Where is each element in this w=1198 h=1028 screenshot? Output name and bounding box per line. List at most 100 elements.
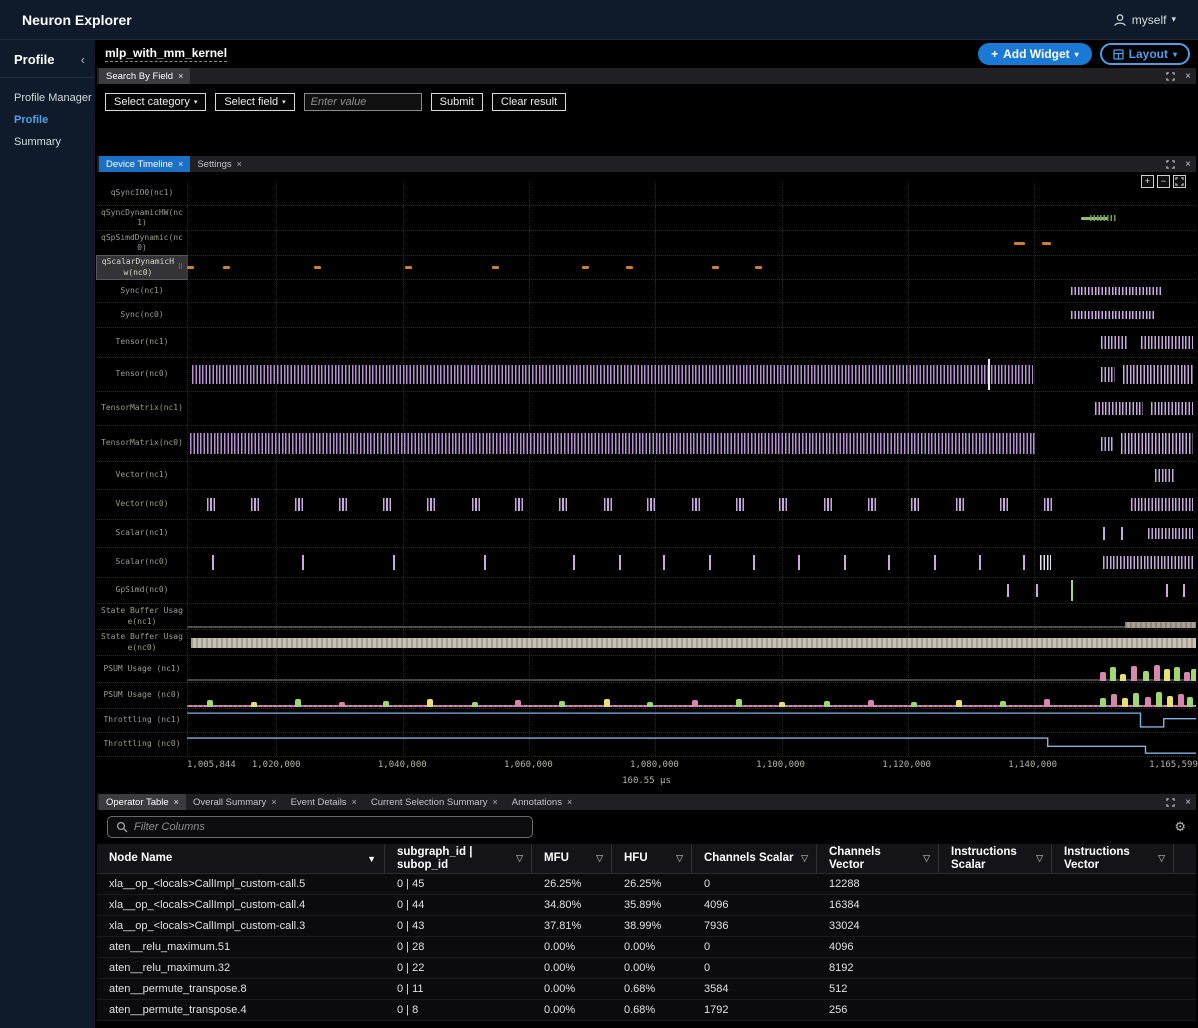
sort-icon[interactable]: ▽ (801, 853, 808, 864)
close-tab-icon[interactable]: × (271, 797, 276, 807)
table-row[interactable]: aten__relu_maximum.320 | 220.00%0.00%081… (97, 958, 1196, 979)
row-track-scalar-nc1[interactable] (187, 520, 1196, 547)
tab-device-timeline[interactable]: Device Timeline× (99, 156, 190, 172)
row-label-sync-nc1[interactable]: Sync(nc1) (97, 280, 187, 302)
row-track-throttling-nc0[interactable] (187, 733, 1196, 756)
row-track-psum-usage-nc0[interactable] (187, 683, 1196, 708)
select-category-dropdown[interactable]: Select category ▾ (105, 93, 206, 111)
close-widget-icon[interactable]: × (1180, 794, 1196, 810)
row-label-qscalardynamichw-nc0[interactable]: qScalarDynamicHw(nc0)⠿ (97, 256, 187, 279)
table-row[interactable]: xla__op_<locals>CallImpl_custom-call.40 … (97, 895, 1196, 916)
sort-icon[interactable]: ▽ (923, 853, 930, 864)
close-widget-icon[interactable]: × (1180, 156, 1196, 172)
tab-overall-summary[interactable]: Overall Summary× (186, 794, 284, 810)
expand-widget-icon[interactable] (1161, 794, 1180, 810)
row-label-vector-nc1[interactable]: Vector(nc1) (97, 462, 187, 489)
row-label-sync-nc0[interactable]: Sync(nc0) (97, 303, 187, 327)
sort-icon[interactable]: ▽ (1036, 853, 1043, 864)
column-header-channels-vector[interactable]: Channels Vector▽ (817, 844, 939, 873)
row-label-qsyncio0-nc1[interactable]: qSyncIO0(nc1) (97, 182, 187, 205)
tab-event-details[interactable]: Event Details× (284, 794, 364, 810)
table-row[interactable]: aten__permute_transpose.40 | 80.00%0.68%… (97, 1000, 1196, 1021)
fit-view-button[interactable] (1173, 175, 1186, 188)
expand-widget-icon[interactable] (1161, 68, 1180, 84)
column-header-instructions-scalar[interactable]: Instructions Scalar▽ (939, 844, 1052, 873)
row-track-tensormatrix-nc1[interactable] (187, 392, 1196, 425)
sort-icon[interactable]: ▽ (596, 853, 603, 864)
row-label-scalar-nc1[interactable]: Scalar(nc1) (97, 520, 187, 547)
sidebar-collapse-icon[interactable]: ‹ (81, 52, 85, 67)
gear-icon[interactable]: ⚙ (1174, 820, 1186, 835)
tab-settings[interactable]: Settings× (190, 156, 249, 172)
row-label-gpsimd-nc0[interactable]: GpSimd(nc0) (97, 578, 187, 603)
row-label-qspsimddynamic-nc0[interactable]: qSpSimdDynamic(nc0) (97, 231, 187, 255)
table-row[interactable]: aten__relu_maximum.510 | 280.00%0.00%040… (97, 937, 1196, 958)
row-label-throttling-nc1[interactable]: Throttling (nc1) (97, 709, 187, 732)
row-track-qsyncio0-nc1[interactable] (187, 182, 1196, 205)
row-label-tensormatrix-nc0[interactable]: TensorMatrix(nc0) (97, 426, 187, 461)
sidebar-item-summary[interactable]: Summary (14, 136, 95, 149)
zoom-out-button[interactable]: − (1157, 175, 1170, 188)
row-label-throttling-nc0[interactable]: Throttling (nc0) (97, 733, 187, 756)
row-track-qspsimddynamic-nc0[interactable] (187, 231, 1196, 255)
row-track-psum-usage-nc1[interactable] (187, 656, 1196, 682)
sort-icon[interactable]: ▽ (1158, 853, 1165, 864)
row-track-tensor-nc0[interactable] (187, 358, 1196, 391)
sort-icon[interactable]: ▼ (367, 854, 376, 864)
layout-button[interactable]: Layout ▾ (1100, 43, 1190, 65)
row-label-vector-nc0[interactable]: Vector(nc0) (97, 490, 187, 519)
row-track-vector-nc1[interactable] (187, 462, 1196, 489)
filter-columns-input[interactable] (107, 816, 533, 838)
close-tab-icon[interactable]: × (493, 797, 498, 807)
row-track-scalar-nc0[interactable] (187, 548, 1196, 577)
close-tab-icon[interactable]: × (178, 159, 183, 169)
expand-widget-icon[interactable] (1161, 156, 1180, 172)
row-label-state-buffer-usage-nc0[interactable]: State Buffer Usage(nc0) (97, 630, 187, 655)
row-track-throttling-nc1[interactable] (187, 709, 1196, 732)
row-track-state-buffer-usage-nc0[interactable] (187, 630, 1196, 655)
row-label-tensormatrix-nc1[interactable]: TensorMatrix(nc1) (97, 392, 187, 425)
filter-columns-field[interactable] (134, 821, 524, 833)
sidebar-item-profile[interactable]: Profile (14, 114, 95, 127)
row-label-tensor-nc1[interactable]: Tensor(nc1) (97, 328, 187, 357)
column-header-mfu[interactable]: MFU▽ (532, 844, 612, 873)
add-widget-button[interactable]: + Add Widget ▾ (978, 43, 1092, 65)
close-tab-icon[interactable]: × (567, 797, 572, 807)
row-track-sync-nc1[interactable] (187, 280, 1196, 302)
sort-icon[interactable]: ▽ (676, 853, 683, 864)
table-row[interactable]: xla__op_<locals>CallImpl_custom-call.50 … (97, 874, 1196, 895)
row-track-gpsimd-nc0[interactable] (187, 578, 1196, 603)
row-label-scalar-nc0[interactable]: Scalar(nc0) (97, 548, 187, 577)
close-tab-icon[interactable]: × (237, 159, 242, 169)
column-header-hfu[interactable]: HFU▽ (612, 844, 692, 873)
close-tab-icon[interactable]: × (178, 71, 183, 81)
column-header-instructions-vector[interactable]: Instructions Vector▽ (1052, 844, 1174, 873)
row-track-qscalardynamichw-nc0[interactable] (187, 256, 1196, 279)
row-track-tensor-nc1[interactable] (187, 328, 1196, 357)
sort-icon[interactable]: ▽ (516, 853, 523, 864)
close-tab-icon[interactable]: × (174, 797, 179, 807)
close-tab-icon[interactable]: × (352, 797, 357, 807)
row-label-psum-usage-nc1[interactable]: PSUM Usage (nc1) (97, 656, 187, 682)
table-row[interactable]: xla__op_<locals>CallImpl_custom-call.30 … (97, 916, 1196, 937)
row-track-sync-nc0[interactable] (187, 303, 1196, 327)
row-label-psum-usage-nc0[interactable]: PSUM Usage (nc0) (97, 683, 187, 708)
tab-search-by-field[interactable]: Search By Field× (99, 68, 190, 84)
select-field-dropdown[interactable]: Select field ▾ (215, 93, 294, 111)
tab-annotations[interactable]: Annotations× (505, 794, 579, 810)
row-label-qsyncdynamichw-nc1[interactable]: qSyncDynamicHW(nc1) (97, 206, 187, 230)
column-header-channels-scalar[interactable]: Channels Scalar▽ (692, 844, 817, 873)
table-row[interactable]: aten__permute_transpose.80 | 110.00%0.68… (97, 979, 1196, 1000)
clear-result-button[interactable]: Clear result (492, 93, 566, 111)
column-header-subgraph-id-subop-id[interactable]: subgraph_id | subop_id▽ (385, 844, 532, 873)
submit-button[interactable]: Submit (431, 93, 483, 111)
user-menu[interactable]: myself ▾ (1113, 13, 1176, 27)
close-widget-icon[interactable]: × (1180, 68, 1196, 84)
column-header-node-name[interactable]: Node Name▼ (97, 844, 385, 873)
tab-operator-table[interactable]: Operator Table× (99, 794, 186, 810)
row-label-state-buffer-usage-nc1[interactable]: State Buffer Usage(nc1) (97, 604, 187, 629)
row-label-tensor-nc0[interactable]: Tensor(nc0) (97, 358, 187, 391)
row-track-qsyncdynamichw-nc1[interactable] (187, 206, 1196, 230)
row-track-state-buffer-usage-nc1[interactable] (187, 604, 1196, 629)
tab-current-selection-summary[interactable]: Current Selection Summary× (364, 794, 505, 810)
